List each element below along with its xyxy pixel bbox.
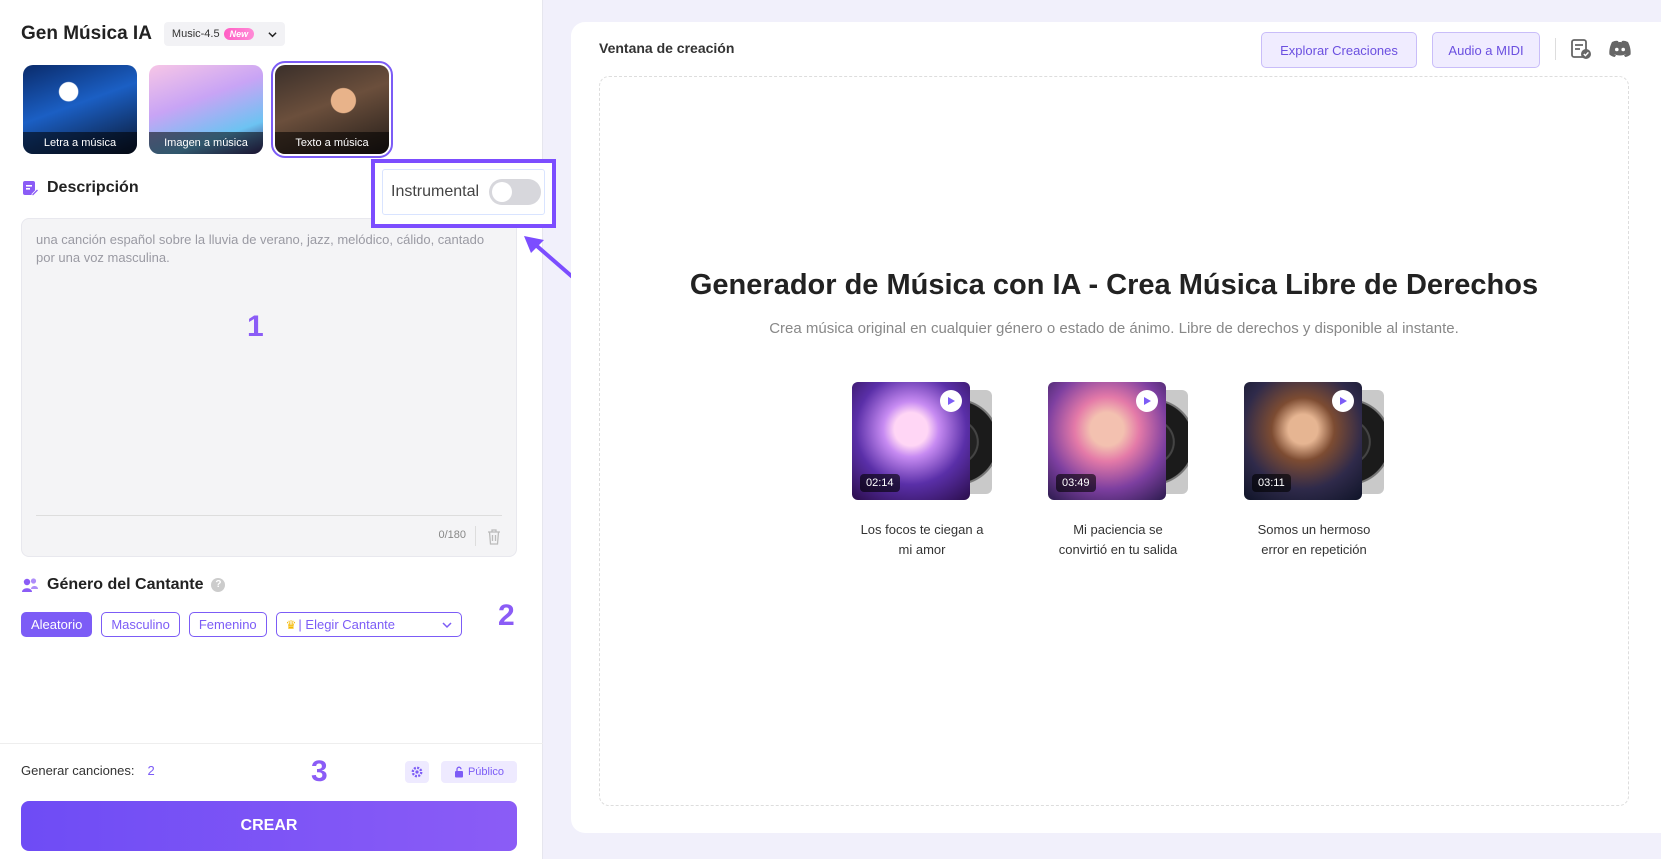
mode-label: Letra a música xyxy=(23,132,137,154)
choose-singer-label: ♛ | Elegir Cantante xyxy=(286,617,395,632)
description-heading: Descripción xyxy=(21,179,139,197)
chevron-down-icon xyxy=(442,621,452,628)
help-icon[interactable]: ? xyxy=(211,578,226,592)
song-title: Somos un hermoso error en repetición xyxy=(1257,522,1371,557)
explore-creations-button[interactable]: Explorar Creaciones xyxy=(1261,32,1417,68)
trash-icon[interactable] xyxy=(486,528,502,546)
duration: 03:11 xyxy=(1252,474,1291,492)
cover-art: 03:49 xyxy=(1048,382,1188,502)
play-icon[interactable] xyxy=(940,390,962,412)
mode-card-text[interactable]: Texto a música xyxy=(271,61,393,158)
audio-to-midi-button[interactable]: Audio a MIDI xyxy=(1432,32,1540,68)
mode-cards: Letra a música Imagen a música Texto a m… xyxy=(23,61,393,158)
description-title: Descripción xyxy=(47,179,139,196)
left-panel: Gen Música IA Music-4.5 New Letra a músi… xyxy=(0,0,543,859)
cover-art: 03:11 xyxy=(1244,382,1384,502)
discord-icon[interactable] xyxy=(1608,38,1632,60)
song-title: Los focos te ciegan a mi amor xyxy=(860,522,984,557)
mode-card-image[interactable]: Imagen a música xyxy=(149,65,263,154)
song-title: Mi paciencia se convirtió en tu salida xyxy=(1058,522,1178,557)
duration: 03:49 xyxy=(1056,474,1096,492)
annotation-number: 3 xyxy=(311,755,328,788)
generate-count-row: Generar canciones: 2 xyxy=(21,763,155,778)
gender-option-female[interactable]: Femenino xyxy=(188,612,267,637)
play-icon[interactable] xyxy=(1332,390,1354,412)
annotation-number: 1 xyxy=(247,310,264,343)
page-subtitle: Crea música original en cualquier género… xyxy=(769,320,1459,337)
choose-singer-text: | Elegir Cantante xyxy=(298,617,396,632)
divider xyxy=(0,743,543,744)
header: Gen Música IA Music-4.5 New xyxy=(21,22,286,46)
chevron-down-icon xyxy=(268,31,277,37)
gender-options: Aleatorio Masculino Femenino ♛ | Elegir C… xyxy=(21,612,462,637)
lock-icon xyxy=(454,766,463,778)
visibility-label: Público xyxy=(467,766,505,778)
example-songs: 02:14 Los focos te ciegan a mi amor 03:4… xyxy=(852,382,1384,560)
app-title: Gen Música IA xyxy=(21,23,152,44)
generate-count[interactable]: 2 xyxy=(147,763,154,778)
generate-label: Generar canciones: xyxy=(21,763,135,778)
char-counter: 0/180 xyxy=(438,529,466,541)
example-song[interactable]: 03:49 Mi paciencia se convirtió en tu sa… xyxy=(1048,382,1188,560)
instrumental-control: Instrumental xyxy=(382,169,545,215)
instrumental-highlight: Instrumental xyxy=(371,159,556,228)
divider xyxy=(1555,38,1556,60)
singer-gender-heading: Género del Cantante ? xyxy=(21,576,226,594)
mode-label: Texto a música xyxy=(275,132,389,154)
choose-singer-dropdown[interactable]: ♛ | Elegir Cantante xyxy=(275,612,462,637)
example-song[interactable]: 02:14 Los focos te ciegan a mi amor xyxy=(852,382,992,560)
gender-option-random[interactable]: Aleatorio xyxy=(21,612,93,637)
cover-image: 02:14 xyxy=(852,382,970,500)
gear-icon xyxy=(411,766,423,778)
create-button[interactable]: CREAR xyxy=(21,801,517,851)
visibility-button[interactable]: Público xyxy=(441,761,517,783)
cover-image: 03:49 xyxy=(1048,382,1166,500)
instrumental-label: Instrumental xyxy=(391,183,480,200)
creation-window: Ventana de creación Explorar Creaciones … xyxy=(571,22,1661,833)
singer-gender-title: Género del Cantante xyxy=(47,576,204,593)
description-box: 0/180 xyxy=(21,218,517,557)
example-song[interactable]: 03:11 Somos un hermoso error en repetici… xyxy=(1244,382,1384,560)
new-badge: New xyxy=(223,28,255,40)
gender-option-male[interactable]: Masculino xyxy=(101,612,180,637)
cover-art: 02:14 xyxy=(852,382,992,502)
toggle-knob xyxy=(492,182,513,202)
mode-card-lyrics[interactable]: Letra a música xyxy=(23,65,137,154)
crown-icon: ♛ xyxy=(285,618,297,632)
description-input[interactable] xyxy=(36,231,504,511)
cover-image: 03:11 xyxy=(1244,382,1362,500)
edit-note-icon xyxy=(23,181,39,197)
page-headline: Generador de Música con IA - Crea Música… xyxy=(689,269,1539,301)
creation-canvas: Generador de Música con IA - Crea Música… xyxy=(599,76,1629,806)
instrumental-toggle[interactable] xyxy=(489,179,542,205)
duration: 02:14 xyxy=(860,474,900,492)
model-selector[interactable]: Music-4.5 New xyxy=(163,22,286,46)
singer-icon xyxy=(22,578,38,592)
history-list-icon[interactable] xyxy=(1570,38,1592,60)
play-icon[interactable] xyxy=(1136,390,1158,412)
window-title: Ventana de creación xyxy=(599,40,735,56)
divider xyxy=(36,515,502,516)
mode-label: Imagen a música xyxy=(149,132,263,154)
divider xyxy=(475,526,476,546)
model-name: Music-4.5 xyxy=(171,28,220,40)
settings-button[interactable] xyxy=(405,761,429,783)
annotation-number: 2 xyxy=(498,599,515,632)
